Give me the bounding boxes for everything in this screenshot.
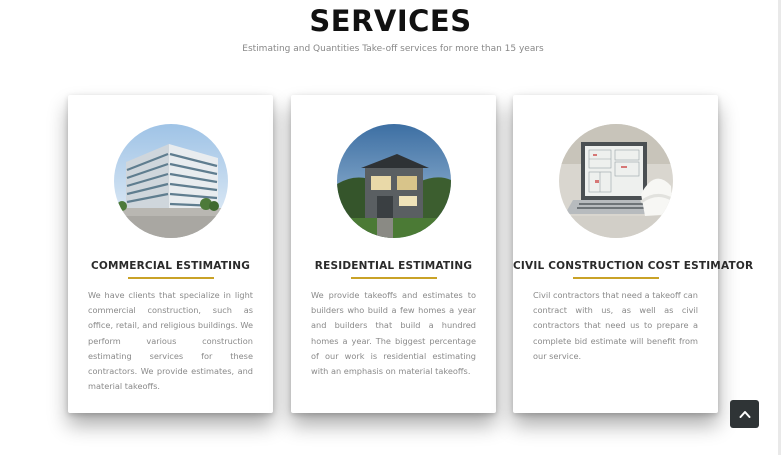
title-underline [573, 277, 659, 279]
service-card-civil: CIVIL CONSTRUCTION COST ESTIMATOR Civil … [513, 95, 754, 413]
card-description: Civil contractors that need a takeoff ca… [533, 290, 698, 361]
section-subtitle: Estimating and Quantities Take-off servi… [242, 44, 544, 54]
card-title: RESIDENTIAL ESTIMATING [314, 260, 473, 272]
section-title: SERVICES [309, 4, 472, 38]
laptop-blueprint-hardhat-image [559, 124, 673, 238]
scroll-to-top-button[interactable] [730, 400, 759, 428]
title-underline [128, 277, 214, 279]
title-underline [351, 277, 437, 279]
residential-house-image [337, 124, 451, 238]
card-description: We provide takeoffs and estimates to bui… [311, 290, 476, 377]
service-card-commercial: COMMERCIAL ESTIMATING We have clients th… [68, 95, 273, 413]
service-card-residential: RESIDENTIAL ESTIMATING We provide takeof… [291, 95, 496, 413]
card-title: COMMERCIAL ESTIMATING [90, 260, 251, 272]
card-title: CIVIL CONSTRUCTION COST ESTIMATOR [513, 260, 754, 272]
card-description: We have clients that specialize in light… [88, 290, 253, 392]
commercial-building-image [114, 124, 228, 238]
chevron-up-icon [739, 411, 750, 418]
